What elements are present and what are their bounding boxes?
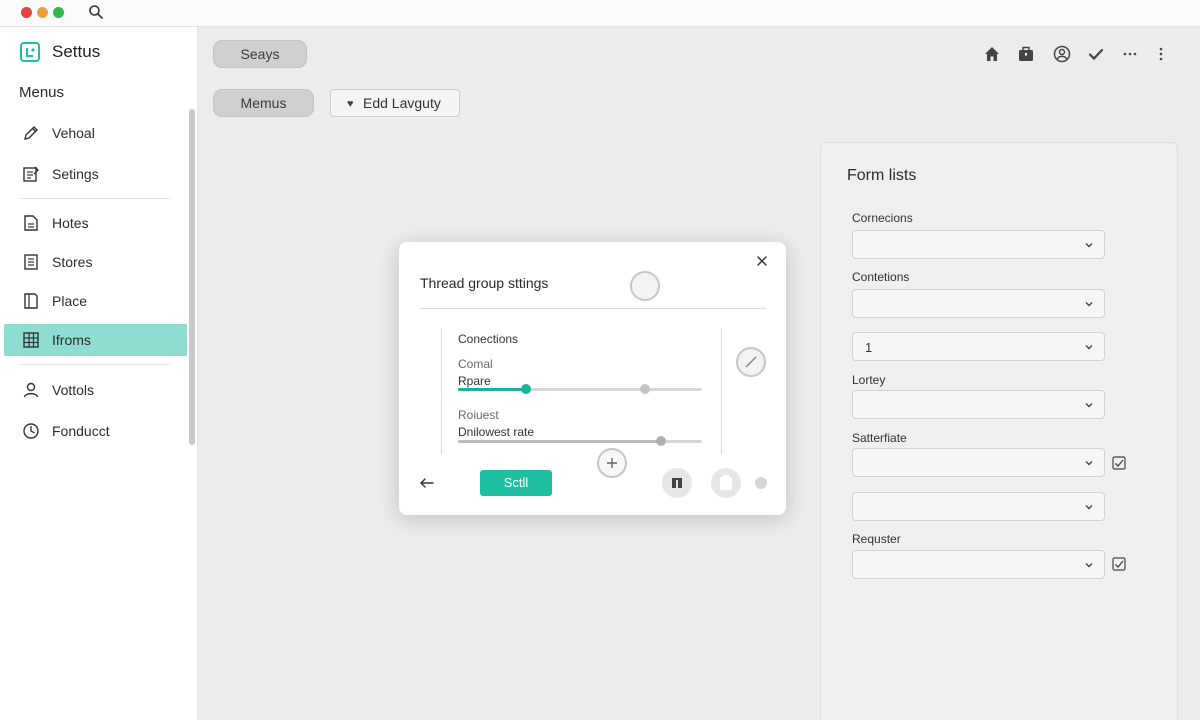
rpare-slider-knob[interactable] [521,384,532,394]
rate-slider-knob[interactable] [655,436,666,446]
sidebar-item-stores[interactable]: Stores [4,246,187,278]
rate-slider-fill [458,440,661,443]
sidebar-item-label: Place [52,293,88,309]
seays-button[interactable]: Seays [213,40,307,68]
circle-indicator-icon [630,271,660,301]
dialog-title: Thread group sttings [420,275,549,291]
sidebar-divider [20,364,170,365]
slider1-label: Rpare [458,374,491,388]
check-icon[interactable] [1086,44,1106,64]
number-select-value: 1 [865,340,873,355]
chevron-down-icon [1085,243,1093,248]
dialog-vertical-rule [721,328,722,454]
requster-select[interactable] [852,550,1105,579]
dialog-section-label: Conections [458,332,519,346]
sidebar-section-label: Menus [19,84,65,101]
panel-title: Form lists [847,167,917,184]
chevron-down-icon [1085,403,1093,408]
slider2-caption: Roiuest [458,408,499,422]
document-icon [24,215,38,231]
user-icon [23,382,39,398]
slider1-caption: Comal [458,357,493,371]
sidebar-item-vottols[interactable]: Vottols [4,374,187,406]
home-icon[interactable] [982,44,1002,64]
settings-document-icon [23,166,39,182]
user-circle-icon[interactable] [1052,44,1072,64]
checkbox-icon[interactable] [1112,456,1126,470]
sidebar-item-label: Stores [52,254,93,270]
pencil-icon [24,126,38,140]
chevron-down-icon [1085,345,1093,350]
unlabeled-select[interactable] [852,492,1105,521]
title-bar [0,0,1200,27]
thread-group-settings-dialog: Thread group sttings Conections Comal Rp… [399,242,786,515]
slider2-label: Dnilowest rate [458,425,535,439]
checkbox-icon[interactable] [1112,557,1126,571]
lortey-select[interactable] [852,390,1105,419]
dialog-vertical-rule [441,328,442,454]
chevron-down-icon [1085,461,1093,466]
sidebar-scrollbar[interactable] [189,109,195,445]
satterfiate-select[interactable] [852,448,1105,477]
dialog-divider [420,308,766,309]
list-document-icon [24,254,38,270]
sidebar-item-label: Setings [52,166,99,182]
submit-button[interactable]: Sctll [480,470,552,496]
briefcase-icon[interactable] [1016,44,1036,64]
book-icon [24,293,38,309]
search-icon[interactable] [88,4,104,20]
close-window-button[interactable] [21,7,32,18]
form-lists-panel: Form lists Cornecions Contetions 1 Lorte… [820,142,1178,720]
sidebar-item-ifroms[interactable]: Ifroms [4,324,187,356]
sidebar-item-hotes[interactable]: Hotes [4,207,187,239]
edit-icon[interactable] [736,347,766,377]
menus-button[interactable]: Memus [213,89,314,117]
slider-marker [640,384,650,394]
chevron-down-icon [1085,302,1093,307]
maximize-window-button[interactable] [53,7,64,18]
sidebar-item-label: Vottols [52,382,95,398]
app-logo-icon [20,42,40,62]
sidebar-item-place[interactable]: Place [4,285,187,317]
field-label-lortey: Lortey [852,373,886,387]
contetions-select[interactable] [852,289,1105,318]
rpare-slider-fill [458,388,527,391]
columns-icon[interactable] [662,468,692,498]
number-select[interactable]: 1 [852,332,1105,361]
sidebar-item-fonducct[interactable]: Fonducct [4,415,187,447]
field-label-requster: Requster [852,532,901,546]
edit-button[interactable]: ♥ Edd Lavguty [330,89,460,117]
more-vertical-icon[interactable] [1151,44,1171,64]
clock-icon [23,423,39,439]
sidebar-item-label: Vehoal [52,125,95,141]
app-title: Settus [52,42,101,61]
edit-button-label: Edd Lavguty [363,95,441,111]
heart-icon: ♥ [347,98,354,110]
add-icon[interactable] [597,448,627,478]
close-icon[interactable] [755,254,769,268]
sidebar-item-label: Ifroms [52,332,91,348]
field-label-contetions: Contetions [852,270,910,284]
sidebar: Settus Menus Vehoal Setings Hotes Stores… [0,27,198,720]
sidebar-item-label: Fonducct [52,423,110,439]
sidebar-divider [20,198,170,199]
clipboard-icon[interactable] [711,468,741,498]
sidebar-item-label: Hotes [52,215,89,231]
cornecions-select[interactable] [852,230,1105,259]
field-label-cornecions: Cornecions [852,211,913,225]
minimize-window-button[interactable] [37,7,48,18]
grid-icon [23,332,39,348]
field-label-satterfiate: Satterfiate [852,431,907,445]
sidebar-item-vehoal[interactable]: Vehoal [4,117,187,149]
status-dot [755,477,767,489]
chevron-down-icon [1085,505,1093,510]
back-arrow-icon[interactable] [419,475,435,491]
chevron-down-icon [1085,563,1093,568]
sidebar-item-setings[interactable]: Setings [4,158,187,190]
more-horizontal-icon[interactable] [1120,44,1140,64]
